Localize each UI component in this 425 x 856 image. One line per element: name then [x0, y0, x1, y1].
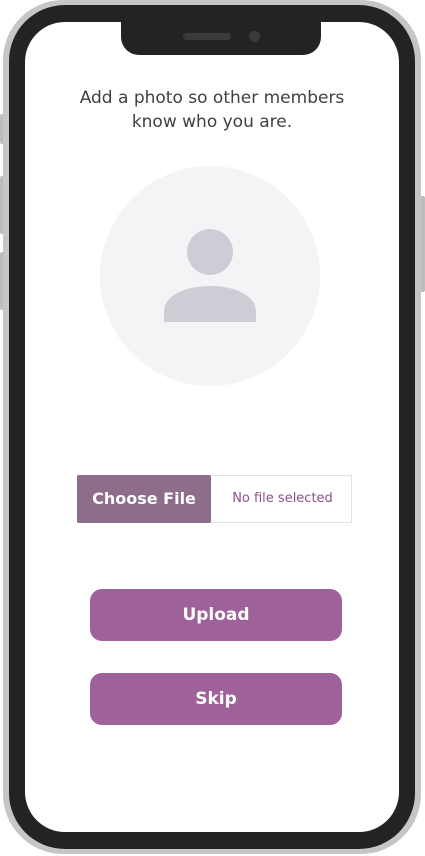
phone-screen: Add a photo so other members know who yo… [25, 22, 399, 832]
file-input[interactable]: Choose File No file selected [77, 475, 352, 523]
front-camera [249, 31, 260, 42]
phone-bezel: Add a photo so other members know who yo… [9, 5, 415, 849]
photo-prompt-line-2: know who you are. [131, 112, 293, 132]
user-silhouette-icon [164, 229, 256, 322]
upload-button[interactable]: Upload [90, 589, 342, 641]
notch [121, 22, 321, 55]
speaker-grille [183, 33, 231, 40]
photo-prompt-line-1: Add a photo so other members [79, 88, 345, 108]
phone-mockup: Add a photo so other members know who yo… [0, 0, 425, 856]
phone-frame: Add a photo so other members know who yo… [3, 0, 421, 854]
skip-button[interactable]: Skip [90, 673, 342, 725]
choose-file-button[interactable]: Choose File [77, 475, 211, 523]
avatar-placeholder [100, 166, 320, 386]
file-status-text: No file selected [232, 491, 333, 506]
photo-prompt: Add a photo so other members know who yo… [25, 86, 399, 134]
